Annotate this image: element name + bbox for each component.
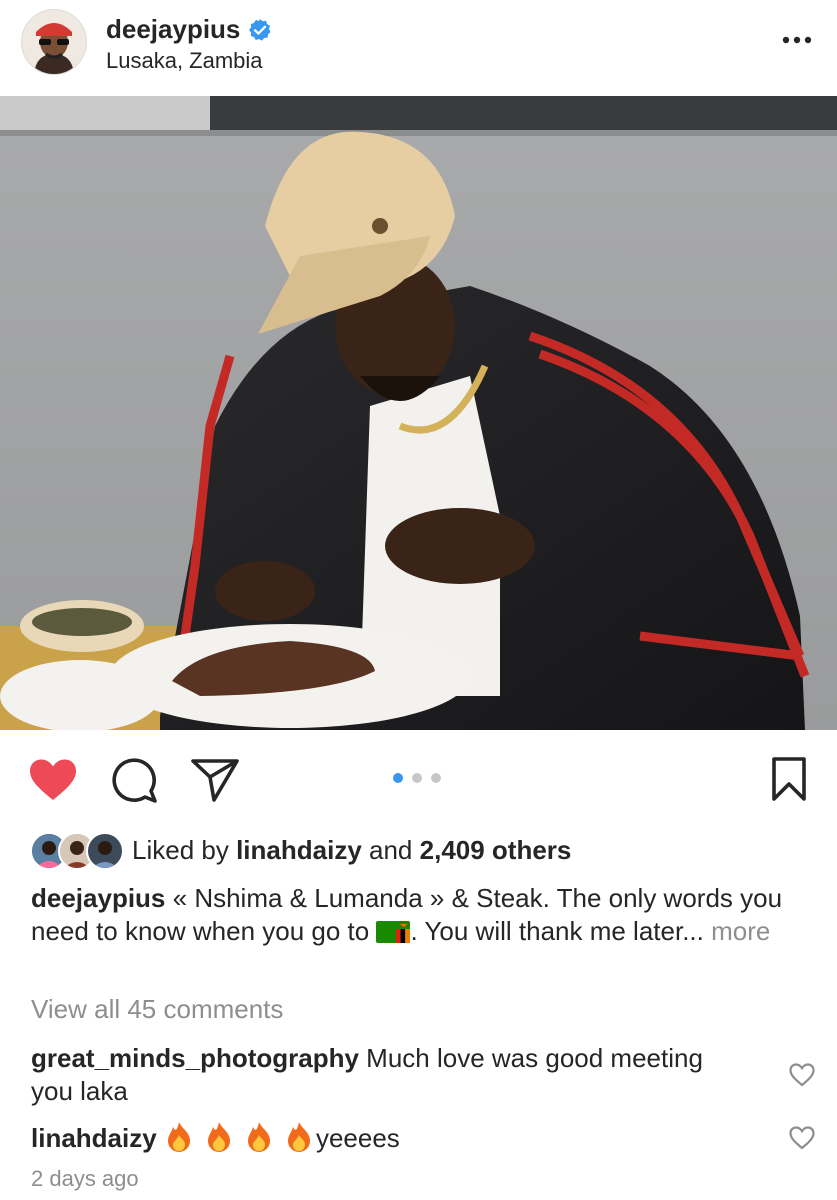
likes-and: and [369,834,413,865]
fire-icon [207,1122,230,1152]
comment-item: great_minds_photography Much love was go… [31,1042,731,1108]
caption-username[interactable]: deejaypius [31,883,165,913]
carousel-dot [431,773,441,783]
username-text[interactable]: deejaypius [106,14,240,45]
caption-more-link[interactable]: more [711,916,770,946]
zambia-flag-icon [376,921,411,943]
like-comment-heart-icon[interactable] [789,1063,815,1087]
comment-icon[interactable] [111,757,159,803]
view-all-comments-link[interactable]: View all 45 comments [31,994,283,1025]
post-caption: deejaypius « Nshima & Lumanda » & Steak.… [31,882,811,948]
likes-username[interactable]: linahdaizy [236,835,362,865]
carousel-indicator [393,773,441,783]
post-username[interactable]: deejaypius [106,14,272,45]
liker-avatars [30,832,124,870]
comment-text: yeeees [315,1123,400,1153]
carousel-dot-active [393,773,403,783]
post-location[interactable]: Lusaka, Zambia [106,48,263,74]
more-options-icon[interactable] [778,28,818,52]
comment-username[interactable]: great_minds_photography [31,1043,359,1073]
post-photo[interactable] [0,96,837,730]
post-timestamp: 2 days ago [31,1166,139,1191]
share-icon[interactable] [190,757,240,803]
post-header: deejaypius Lusaka, Zambia [0,0,837,96]
likes-count[interactable]: 2,409 others [420,835,572,865]
comment-username[interactable]: linahdaizy [31,1123,157,1153]
comment-item: linahdaizy yeeees [31,1121,731,1155]
fire-icon [247,1122,270,1152]
verified-badge-icon [249,18,272,41]
likes-row[interactable]: Liked by linahdaizy and 2,409 others [30,830,571,870]
fire-icon [167,1122,190,1152]
caption-text-end: . You will thank me later... [410,916,704,946]
bookmark-icon[interactable] [770,756,808,802]
fire-icon [287,1122,310,1152]
heart-filled-icon[interactable] [28,758,78,802]
likes-prefix: Liked by [132,834,229,865]
action-bar [0,740,837,820]
carousel-dot [412,773,422,783]
likes-text: Liked by linahdaizy and 2,409 others [132,835,571,866]
like-comment-heart-icon[interactable] [789,1126,815,1150]
profile-avatar[interactable] [21,9,87,75]
avatar [86,832,124,870]
